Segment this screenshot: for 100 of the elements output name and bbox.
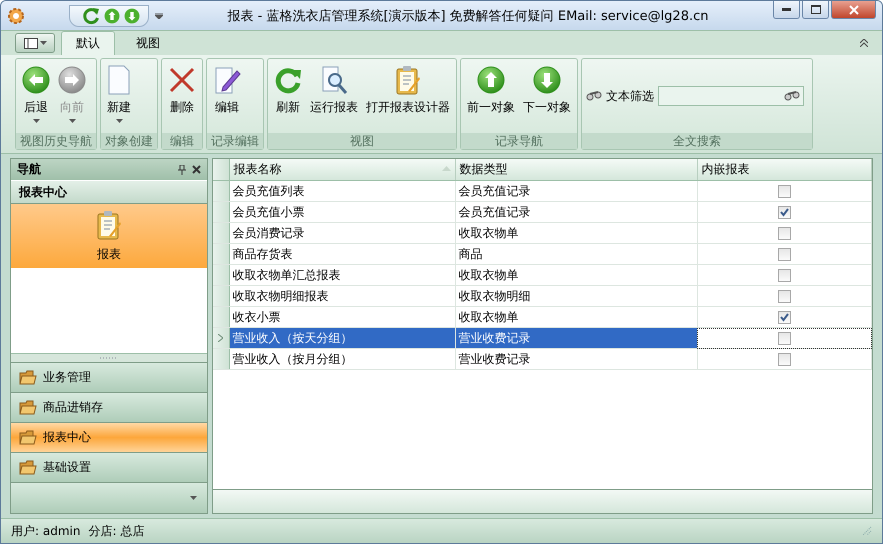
- ribbon-button[interactable]: 打开报表设计器: [362, 61, 454, 133]
- table-cell: 会员充值列表: [229, 180, 455, 202]
- ribbon-tab[interactable]: 默认: [61, 31, 115, 55]
- branch-label: 分店: 总店: [88, 522, 144, 540]
- checkbox[interactable]: [778, 185, 791, 198]
- group-caption: 记录导航: [461, 133, 577, 149]
- table-cell: 收取衣物单汇总报表: [229, 264, 455, 286]
- row-selector[interactable]: [213, 180, 229, 202]
- folder-icon: [19, 460, 37, 475]
- column-header[interactable]: 内嵌报表: [697, 159, 872, 180]
- collapse-ribbon-icon[interactable]: [860, 39, 868, 47]
- folder-icon: [19, 430, 37, 445]
- table-cell: 会员充值记录: [455, 180, 697, 202]
- customize-caret-icon[interactable]: [155, 12, 163, 18]
- table-cell: 营业收费记录: [455, 328, 697, 348]
- checkbox[interactable]: [778, 227, 791, 240]
- ribbon-tab[interactable]: 视图: [121, 31, 175, 55]
- cross-icon: [168, 66, 196, 94]
- resize-grip-icon[interactable]: [862, 526, 872, 536]
- table-cell: 收取衣物明细: [455, 286, 697, 306]
- window-title: 报表 - 蓝格洗衣店管理系统[演示版本] 免费解答任何疑问 EMail: service@lg28.cn: [226, 8, 710, 24]
- group-caption: 全文搜索: [582, 133, 812, 149]
- group-caption: 视图: [268, 133, 456, 149]
- group-caption: 记录编辑: [207, 133, 263, 149]
- pin-icon[interactable]: [178, 164, 186, 174]
- table-cell: 商品存货表: [229, 244, 455, 264]
- ribbon-button[interactable]: 编辑: [209, 61, 245, 133]
- checkbox[interactable]: [778, 311, 791, 324]
- refresh-icon[interactable]: [82, 6, 100, 24]
- maximize-button[interactable]: [802, 1, 829, 19]
- table-cell: 会员充值记录: [455, 202, 697, 222]
- checkbox[interactable]: [778, 269, 791, 282]
- table-cell: 会员充值小票: [229, 202, 455, 222]
- column-header[interactable]: 数据类型: [455, 159, 697, 180]
- group-caption: 视图历史导航: [16, 133, 96, 149]
- close-button[interactable]: [831, 1, 876, 19]
- arrow-up-icon: [477, 66, 505, 94]
- panel-icon: [24, 38, 38, 48]
- folder-icon: [19, 370, 37, 385]
- caret-icon: [32, 119, 40, 123]
- section-title: 报表中心: [11, 180, 207, 204]
- caret-icon: [40, 41, 46, 45]
- nav-group-button[interactable]: 业务管理: [11, 362, 207, 392]
- ribbon-button[interactable]: 刷新: [270, 61, 306, 133]
- filter-input-field[interactable]: [658, 86, 804, 106]
- row-selector[interactable]: [213, 328, 229, 348]
- arrow-up-icon[interactable]: [104, 8, 120, 24]
- column-header[interactable]: 报表名称: [229, 159, 455, 180]
- pencil-page-icon: [213, 65, 241, 95]
- current-row-icon: [218, 334, 223, 342]
- clipboard-icon: [96, 210, 122, 240]
- table-cell: 营业收入（按天分组）: [229, 328, 455, 348]
- binoculars-icon: [586, 91, 602, 101]
- table-cell: 收取衣物单: [455, 222, 697, 244]
- user-label: 用户: admin: [11, 522, 80, 540]
- arrow-right-icon: [58, 66, 86, 94]
- maximize-icon: [810, 5, 820, 14]
- table-cell: 收取衣物单: [455, 264, 697, 286]
- arrow-down-icon: [533, 66, 561, 94]
- minimize-icon: [782, 8, 791, 11]
- filter-label: 文本筛选: [606, 88, 654, 104]
- minimize-button[interactable]: [773, 1, 800, 19]
- ribbon-button[interactable]: 前一对象: [463, 61, 519, 133]
- ribbon-button[interactable]: 运行报表: [306, 61, 362, 133]
- table-cell: 收取衣物明细报表: [229, 286, 455, 306]
- arrow-down-icon[interactable]: [124, 8, 140, 24]
- ribbon-button[interactable]: 新建: [103, 61, 135, 133]
- checkbox[interactable]: [778, 353, 791, 366]
- close-icon[interactable]: [192, 165, 201, 174]
- nav-group-button[interactable]: 基础设置: [11, 452, 207, 482]
- caret-icon: [68, 119, 76, 123]
- table-cell: 营业收入（按月分组）: [229, 348, 455, 370]
- clipboard-icon: [395, 65, 421, 95]
- panel-title: 导航: [17, 161, 42, 178]
- page-icon: [107, 65, 131, 95]
- ribbon-button[interactable]: 后退: [18, 61, 54, 133]
- caret-icon[interactable]: [190, 496, 197, 500]
- checkbox[interactable]: [778, 332, 791, 346]
- arrow-left-icon: [22, 66, 50, 94]
- caret-icon: [116, 119, 122, 123]
- nav-group-button[interactable]: 商品进销存: [11, 392, 207, 422]
- table-cell: 会员消费记录: [229, 222, 455, 244]
- group-caption: 对象创建: [101, 133, 157, 149]
- ribbon-button[interactable]: 下一对象: [519, 61, 575, 133]
- folder-icon: [19, 400, 37, 415]
- checkbox[interactable]: [778, 248, 791, 262]
- refresh-icon: [274, 66, 302, 94]
- table-cell: 营业收费记录: [455, 348, 697, 370]
- sort-arrow-icon: [442, 166, 450, 171]
- checkbox[interactable]: [778, 290, 791, 304]
- nav-group-button[interactable]: 报表中心: [11, 422, 207, 452]
- checkbox[interactable]: [778, 206, 791, 220]
- magnifier-page-icon: [320, 65, 348, 95]
- group-caption: 编辑: [162, 133, 202, 149]
- table-cell: 商品: [455, 244, 697, 264]
- ribbon-button[interactable]: 删除: [164, 61, 200, 133]
- app-logo-icon: [7, 6, 25, 24]
- nav-item[interactable]: 报表: [11, 204, 207, 268]
- close-icon: [848, 4, 858, 14]
- app-menu-button[interactable]: [15, 33, 55, 53]
